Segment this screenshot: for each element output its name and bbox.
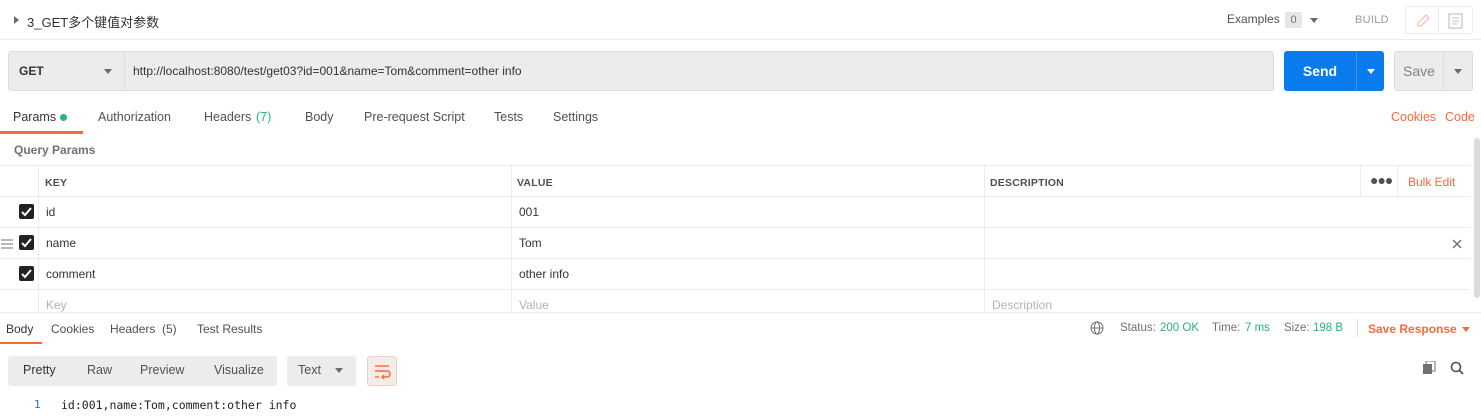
size-value[interactable]: 198 B	[1313, 322, 1343, 334]
row-divider	[0, 289, 1470, 290]
more-options-icon[interactable]: ●●●	[1370, 172, 1393, 188]
scrollbar[interactable]	[1474, 138, 1480, 298]
param-key[interactable]: id	[46, 205, 55, 219]
examples-label[interactable]: Examples	[1227, 12, 1280, 26]
param-key[interactable]: comment	[46, 267, 95, 281]
request-title[interactable]: 3_GET多个键值对参数	[27, 12, 159, 31]
wrap-icon	[375, 365, 391, 380]
response-headers-count: (5)	[162, 322, 177, 336]
row-checkbox[interactable]	[19, 204, 34, 219]
response-tab-cookies[interactable]: Cookies	[51, 322, 94, 336]
row-divider	[0, 258, 1470, 259]
drag-handle-icon[interactable]	[1, 238, 13, 252]
send-dropdown-button[interactable]	[1356, 51, 1384, 91]
response-tab-headers[interactable]: Headers	[110, 322, 155, 336]
view-mode-preview[interactable]: Preview	[140, 363, 184, 377]
tab-headers[interactable]: Headers	[204, 110, 251, 124]
tab-authorization[interactable]: Authorization	[98, 110, 171, 124]
column-header-key: KEY	[45, 177, 68, 189]
column-divider	[511, 165, 512, 312]
row-checkbox[interactable]	[19, 266, 34, 281]
time-label: Time:	[1212, 322, 1241, 334]
search-icon[interactable]	[1450, 361, 1464, 378]
param-value[interactable]: 001	[519, 205, 539, 219]
new-key-input[interactable]: Key	[46, 298, 67, 312]
method-dropdown-icon[interactable]	[104, 69, 112, 74]
column-divider	[38, 165, 39, 312]
params-active-dot	[60, 114, 67, 121]
format-label: Text	[298, 363, 321, 377]
tab-tests[interactable]: Tests	[494, 110, 523, 124]
send-button[interactable]: Send	[1284, 51, 1356, 91]
line-number: 1	[34, 398, 41, 411]
column-divider	[984, 165, 985, 312]
tab-settings[interactable]: Settings	[553, 110, 598, 124]
cookies-link[interactable]: Cookies	[1391, 110, 1436, 124]
status-label: Status:	[1120, 322, 1156, 334]
query-params-heading: Query Params	[14, 143, 96, 157]
delete-row-icon[interactable]	[1452, 238, 1462, 252]
active-tab-indicator	[0, 131, 83, 134]
url-text[interactable]: http://localhost:8080/test/get03?id=001&…	[133, 64, 522, 78]
format-dropdown-icon[interactable]	[335, 368, 343, 373]
tab-params[interactable]: Params	[13, 110, 56, 124]
column-header-description: DESCRIPTION	[990, 177, 1064, 189]
wrap-lines-button[interactable]	[367, 356, 397, 386]
response-tab-body[interactable]: Body	[6, 322, 33, 336]
globe-icon[interactable]	[1090, 321, 1104, 338]
code-link[interactable]: Code	[1445, 110, 1475, 124]
table-header-border	[0, 196, 1470, 197]
row-checkbox[interactable]	[19, 235, 34, 250]
new-description-input[interactable]: Description	[992, 298, 1052, 312]
method-label: GET	[19, 64, 44, 78]
table-top-border	[0, 165, 1470, 166]
status-divider	[1357, 319, 1358, 337]
status-value[interactable]: 200 OK	[1160, 322, 1199, 334]
response-active-tab-indicator	[0, 342, 42, 344]
edit-button[interactable]	[1405, 6, 1439, 34]
save-dropdown-icon[interactable]	[1454, 69, 1462, 74]
checkmark-icon	[21, 269, 32, 279]
pencil-icon	[1417, 14, 1430, 27]
chevron-down-icon	[1367, 69, 1375, 74]
headers-count: (7)	[256, 110, 272, 124]
save-response-dropdown-icon[interactable]	[1462, 327, 1470, 332]
save-divider	[1443, 52, 1444, 90]
view-mode-pretty[interactable]: Pretty	[23, 363, 56, 377]
param-value[interactable]: Tom	[519, 236, 542, 250]
size-label: Size:	[1284, 322, 1310, 334]
bulk-edit-link[interactable]: Bulk Edit	[1408, 175, 1455, 189]
response-tab-test-results[interactable]: Test Results	[197, 322, 262, 336]
row-divider	[0, 227, 1470, 228]
copy-icon[interactable]	[1422, 360, 1436, 378]
collapse-caret-icon[interactable]	[14, 16, 19, 24]
build-mode-label[interactable]: BUILD	[1355, 14, 1389, 26]
tab-prerequest-script[interactable]: Pre-request Script	[364, 110, 465, 124]
new-value-input[interactable]: Value	[519, 298, 549, 312]
tab-body[interactable]: Body	[305, 110, 334, 124]
param-value[interactable]: other info	[519, 267, 569, 281]
column-divider	[1397, 165, 1398, 196]
response-body-line: id:001,name:Tom,comment:other info	[61, 398, 297, 412]
checkmark-icon	[21, 207, 32, 217]
response-divider	[0, 312, 1481, 313]
column-divider	[1360, 165, 1361, 196]
checkmark-icon	[21, 238, 32, 248]
time-value[interactable]: 7 ms	[1245, 322, 1270, 334]
document-icon	[1448, 13, 1463, 29]
save-label: Save	[1403, 63, 1435, 79]
save-response-button[interactable]: Save Response	[1368, 322, 1457, 336]
examples-dropdown-icon[interactable]	[1310, 18, 1318, 23]
column-header-value: VALUE	[517, 177, 553, 189]
view-mode-raw[interactable]: Raw	[87, 363, 112, 377]
examples-count-badge: 0	[1285, 12, 1302, 28]
param-key[interactable]: name	[46, 236, 76, 250]
comments-button[interactable]	[1439, 6, 1473, 34]
view-mode-visualize[interactable]: Visualize	[214, 363, 264, 377]
